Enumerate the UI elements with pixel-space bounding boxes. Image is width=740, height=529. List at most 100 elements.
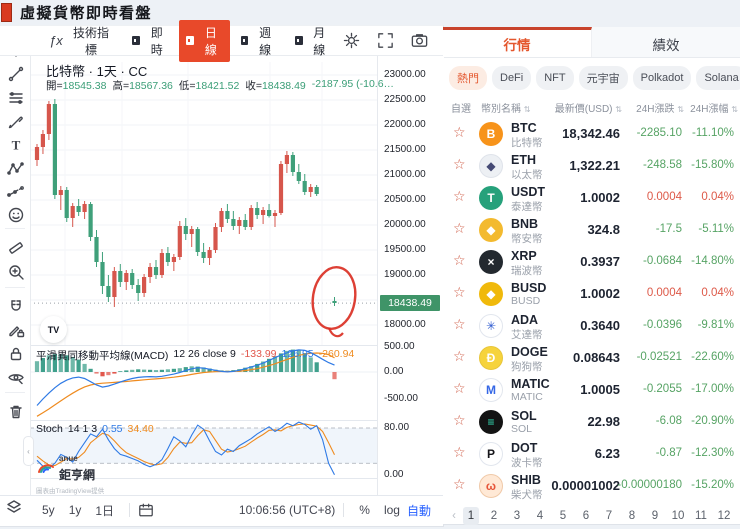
range-1d-button[interactable]: 1日	[95, 502, 114, 519]
filter-pill[interactable]: Solana	[696, 66, 740, 90]
col-change[interactable]: 24H漲跌 ⇅	[636, 100, 684, 115]
price-axis[interactable]: 23000.00 22500.00 22000.00 21500.00 21000.00…	[377, 56, 444, 495]
page-3[interactable]: 3	[509, 507, 525, 525]
market-row-btc[interactable]: ☆ B BTC 比特幣 18,342.46 -2285.10 -11.10%	[443, 118, 740, 150]
range-5y-button[interactable]: 5y	[42, 503, 55, 517]
filter-pill[interactable]: 元宇宙	[578, 66, 628, 90]
sort-icon: ⇅	[677, 105, 684, 114]
market-row-shib[interactable]: ☆ ω SHIB 柴犬幣 0.00001002 -0.00000180 -15.20%	[443, 470, 740, 502]
market-row-xrp[interactable]: ☆ × XRP 瑞波幣 0.3937 -0.0684 -14.80%	[443, 246, 740, 278]
fullscreen-icon[interactable]	[376, 31, 395, 50]
watchlist-star-icon[interactable]: ☆	[453, 477, 466, 491]
goto-date-calendar-icon[interactable]	[138, 502, 154, 518]
tool-drawing-lock-button[interactable]	[4, 318, 28, 342]
page-6[interactable]: 6	[578, 507, 594, 525]
toolbar-collapse-handle[interactable]: ‹	[23, 436, 34, 466]
market-row-busd[interactable]: ☆ ◆ BUSD BUSD 1.0002 0.0004 0.04%	[443, 278, 740, 310]
page-8[interactable]: 8	[624, 507, 640, 525]
tool-text-button[interactable]: T	[4, 133, 28, 157]
tool-ruler-button[interactable]	[4, 236, 28, 260]
watchlist-star-icon[interactable]: ☆	[453, 221, 466, 235]
tool-xabcd-pattern-button[interactable]	[4, 157, 28, 181]
auto-scale-button[interactable]: 自動	[407, 502, 431, 519]
watchlist-star-icon[interactable]: ☆	[453, 445, 466, 459]
camera-icon[interactable]	[410, 31, 429, 50]
market-row-ada[interactable]: ☆ ✳ ADA 艾達幣 0.3640 -0.0396 -9.81%	[443, 310, 740, 342]
tool-forecast-button[interactable]	[4, 180, 28, 204]
filter-pill[interactable]: Polkadot	[632, 66, 692, 90]
market-row-doge[interactable]: ☆ Ð DOGE 狗狗幣 0.08643 -0.02521 -22.60%	[443, 342, 740, 374]
page-5[interactable]: 5	[555, 507, 571, 525]
page-7[interactable]: 7	[601, 507, 617, 525]
usdt-coin-icon: T	[479, 186, 503, 210]
range-1y-button[interactable]: 1y	[69, 503, 82, 517]
market-row-matic[interactable]: ☆ M MATIC MATIC 1.0005 -0.2055 -17.00%	[443, 374, 740, 406]
macd-label: 平滑異同移動平均線(MACD) 12 26 close 9 -133.99 126…	[36, 348, 355, 362]
interval-daily-button[interactable]: 日線	[179, 19, 230, 62]
btc-coin-icon: B	[479, 122, 503, 146]
page-12[interactable]: 12	[716, 507, 732, 525]
col-price[interactable]: 最新價(USD) ⇅	[555, 100, 622, 115]
doge-coin-icon: Ð	[479, 346, 503, 370]
anue-logo-icon	[38, 464, 54, 473]
tool-delete-all-button[interactable]	[4, 400, 28, 424]
object-tree-button[interactable]	[5, 498, 23, 519]
market-row-bnb[interactable]: ☆ ◆ BNB 幣安幣 324.8 -17.5 -5.11%	[443, 214, 740, 246]
page-11[interactable]: 11	[693, 507, 709, 525]
tool-brush-button[interactable]	[4, 110, 28, 134]
price-chart-canvas[interactable]	[30, 56, 377, 345]
watchlist-star-icon[interactable]: ☆	[453, 253, 466, 267]
market-row-usdt[interactable]: ☆ T USDT 泰達幣 1.0002 0.0004 0.04%	[443, 182, 740, 214]
page-9[interactable]: 9	[647, 507, 663, 525]
watchlist-star-icon[interactable]: ☆	[453, 285, 466, 299]
settings-gear-icon[interactable]	[342, 31, 361, 50]
market-row-eth[interactable]: ☆ ◆ ETH 以太幣 1,322.21 -248.58 -15.80%	[443, 150, 740, 182]
coin-price: 18,342.46	[562, 126, 620, 141]
candle-icon	[294, 36, 303, 45]
col-name[interactable]: 幣別名稱 ⇅	[481, 100, 530, 115]
market-row-sol[interactable]: ☆ ≡ SOL SOL 22.98 -6.08 -20.90%	[443, 406, 740, 438]
price-tick: 20000.00	[384, 219, 426, 230]
coin-symbol: XRP	[511, 249, 537, 263]
tool-magnet-button[interactable]	[4, 295, 28, 319]
indicators-label: 技術指標	[72, 25, 109, 57]
page-10[interactable]: 10	[670, 507, 686, 525]
log-scale-button[interactable]: log	[384, 503, 400, 517]
watchlist-star-icon[interactable]: ☆	[453, 381, 466, 395]
tool-lock-all-button[interactable]	[4, 342, 28, 366]
tool-emoji-button[interactable]	[4, 203, 28, 227]
watchlist-star-icon[interactable]: ☆	[453, 189, 466, 203]
filter-pill[interactable]: DeFi	[492, 66, 532, 90]
tool-zoom-in-button[interactable]	[4, 260, 28, 284]
tradingview-logo[interactable]: TV	[40, 316, 67, 343]
watchlist-star-icon[interactable]: ☆	[453, 157, 466, 171]
table-header: 自選 幣別名稱 ⇅ 最新價(USD) ⇅ 24H漲跌 ⇅ 24H漲幅 ⇅	[443, 96, 740, 118]
watchlist-star-icon[interactable]: ☆	[453, 349, 466, 363]
page-4[interactable]: 4	[532, 507, 548, 525]
tool-hide-all-button[interactable]	[4, 366, 28, 390]
filter-pill[interactable]: 熱門	[449, 66, 487, 90]
market-row-dot[interactable]: ☆ P DOT 波卡幣 6.23 -0.87 -12.30%	[443, 438, 740, 470]
coin-symbol: USDT	[511, 185, 546, 199]
page-2[interactable]: 2	[486, 507, 502, 525]
tool-gann-fib-button[interactable]	[4, 86, 28, 110]
coin-24h-percent: 0.04%	[701, 287, 734, 299]
col-pct[interactable]: 24H漲幅 ⇅	[690, 100, 738, 115]
percent-scale-button[interactable]: %	[359, 503, 370, 517]
tab-performance[interactable]: 績效	[592, 27, 740, 57]
pagination-prev[interactable]: ‹	[452, 510, 456, 522]
page-1[interactable]: 1	[463, 507, 479, 525]
tool-trend-line-button[interactable]	[4, 62, 28, 86]
tab-quotes[interactable]: 行情	[443, 27, 592, 57]
ada-coin-icon: ✳	[479, 314, 503, 338]
filter-pill[interactable]: NFT	[536, 66, 574, 90]
interval-weekly-button[interactable]: 週線	[234, 20, 284, 62]
eth-coin-icon: ◆	[479, 154, 503, 178]
interval-monthly-button[interactable]: 月線	[288, 20, 338, 62]
interval-realtime-button[interactable]: 即時	[125, 20, 175, 62]
watchlist-star-icon[interactable]: ☆	[453, 317, 466, 331]
watchlist-star-icon[interactable]: ☆	[453, 125, 466, 139]
coin-24h-change: -0.02521	[636, 351, 682, 363]
indicators-button[interactable]: ƒx 技術指標	[42, 20, 121, 62]
watchlist-star-icon[interactable]: ☆	[453, 413, 466, 427]
